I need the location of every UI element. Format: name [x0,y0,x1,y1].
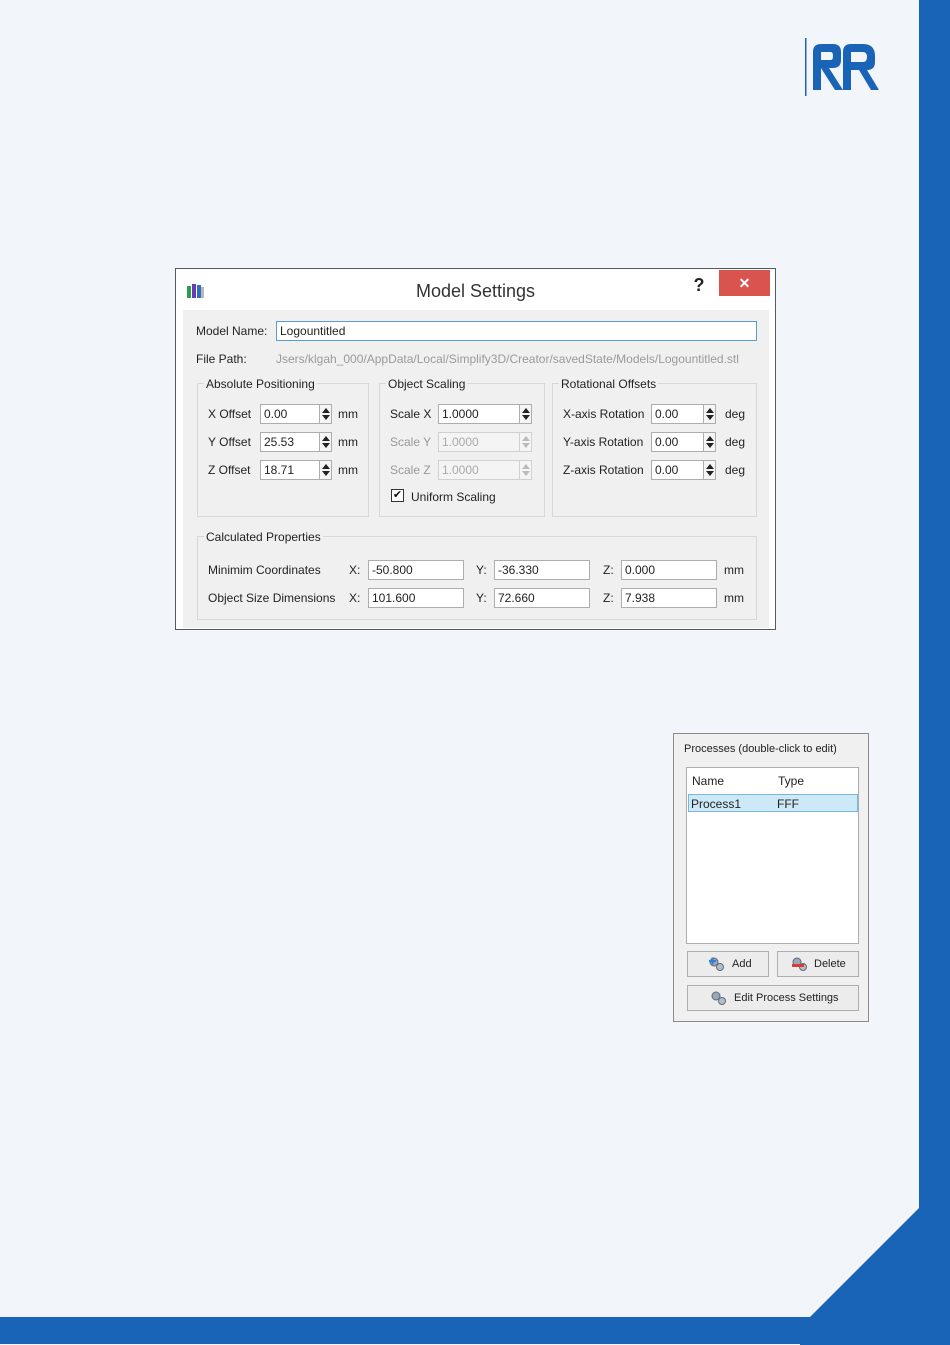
scale-y-spinner [519,432,532,452]
x-rotation-label: X-axis Rotation [563,407,645,421]
model-name-input[interactable]: Logountitled [276,321,757,341]
min-unit: mm [724,563,744,577]
absolute-positioning-title: Absolute Positioning [204,377,317,391]
edit-process-settings-button[interactable]: Edit Process Settings [687,985,859,1011]
min-x-field[interactable]: -50.800 [368,560,464,580]
min-y-field[interactable]: -36.330 [494,560,590,580]
scale-y-label: Scale Y [390,435,432,449]
size-z-label: Z: [603,591,614,605]
scale-x-label: Scale X [390,407,432,421]
scale-z-label: Scale Z [390,463,431,477]
size-y-field[interactable]: 72.660 [494,588,590,608]
side-bar [919,0,950,1344]
z-rotation-spinner[interactable] [703,460,716,480]
edit-settings-icon [711,991,726,1005]
z-offset-label: Z Offset [208,463,251,477]
size-unit: mm [724,591,744,605]
x-offset-label: X Offset [208,407,252,421]
dialog-body: Model Name: Logountitled File Path: Jser… [183,310,769,628]
y-offset-spinner[interactable] [319,432,332,452]
brand-logo [805,38,879,96]
size-x-field[interactable]: 101.600 [368,588,464,608]
z-offset-unit: mm [338,463,358,477]
y-rotation-label: Y-axis Rotation [563,435,644,449]
scale-z-input: 1.0000 [438,460,520,480]
processes-list[interactable]: Name Type Process1 FFF [686,767,859,944]
add-process-icon [709,957,724,971]
scale-x-input[interactable]: 1.0000 [438,404,520,424]
column-header-type[interactable]: Type [778,774,804,788]
process-name: Process1 [691,797,742,811]
process-row[interactable]: Process1 FFF [688,794,858,812]
object-scaling-title: Object Scaling [386,377,468,391]
delete-process-icon [792,957,807,971]
delete-process-button[interactable]: Delete [777,951,859,977]
z-offset-spinner[interactable] [319,460,332,480]
dialog-title: Model Settings [415,281,536,301]
x-offset-spinner[interactable] [319,404,332,424]
uniform-scaling-checkbox[interactable]: ✔ [391,489,404,502]
scale-x-spinner[interactable] [519,404,532,424]
add-label: Add [732,958,752,970]
min-coordinates-label: Minimim Coordinates [208,563,321,577]
file-path-label: File Path: [196,352,247,366]
edit-settings-label: Edit Process Settings [734,992,839,1004]
x-rotation-unit: deg [725,407,746,421]
size-dimensions-label: Object Size Dimensions [208,591,336,605]
model-settings-dialog: Model Settings ? ✕ Model Name: Logountit… [175,268,776,630]
x-rotation-spinner[interactable] [703,404,716,424]
size-y-label: Y: [476,591,487,605]
help-icon[interactable]: ? [688,275,710,297]
file-path-value: Jsers/klgah_000/AppData/Local/Simplify3D… [276,352,739,366]
z-rotation-input[interactable]: 0.00 [651,460,704,480]
rotational-offsets-title: Rotational Offsets [559,377,659,391]
size-x-label: X: [349,591,361,605]
column-header-name[interactable]: Name [692,774,724,788]
y-offset-unit: mm [338,435,358,449]
y-offset-input[interactable]: 25.53 [260,432,320,452]
min-y-label: Y: [476,563,487,577]
z-rotation-unit: deg [725,463,746,477]
z-offset-input[interactable]: 18.71 [260,460,320,480]
uniform-scaling-label[interactable]: Uniform Scaling [411,490,496,504]
x-rotation-input[interactable]: 0.00 [651,404,704,424]
scale-y-input: 1.0000 [438,432,520,452]
y-rotation-unit: deg [725,435,746,449]
x-offset-input[interactable]: 0.00 [260,404,320,424]
min-z-field[interactable]: 0.000 [621,560,717,580]
y-rotation-spinner[interactable] [703,432,716,452]
x-offset-unit: mm [338,407,358,421]
model-name-label: Model Name: [196,324,268,338]
dialog-titlebar[interactable]: Model Settings ? ✕ [176,269,775,309]
delete-label: Delete [814,958,846,970]
process-type: FFF [777,797,799,811]
min-z-label: Z: [603,563,614,577]
processes-panel: Processes (double-click to edit) Name Ty… [673,733,869,1022]
size-z-field[interactable]: 7.938 [621,588,717,608]
close-button[interactable]: ✕ [719,270,770,296]
y-offset-label: Y Offset [208,435,251,449]
z-rotation-label: Z-axis Rotation [563,463,644,477]
add-process-button[interactable]: Add [687,951,769,977]
y-rotation-input[interactable]: 0.00 [651,432,704,452]
scale-z-spinner [519,460,532,480]
min-x-label: X: [349,563,361,577]
corner-decoration [800,1195,950,1345]
processes-title: Processes (double-click to edit) [684,743,837,755]
calculated-properties-title: Calculated Properties [204,530,323,544]
